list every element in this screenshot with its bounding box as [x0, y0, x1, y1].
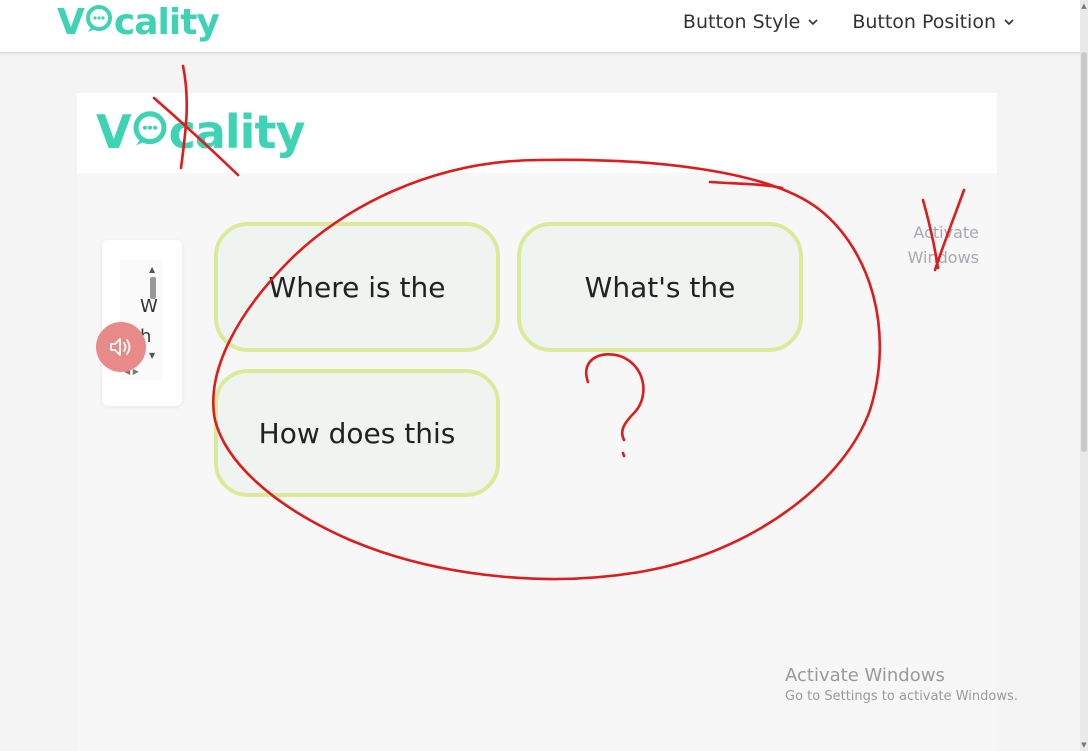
overlay-line: Windows [907, 248, 979, 267]
top-navbar: V cality Button Style Button Position [0, 0, 1088, 53]
scroll-up-arrow-icon[interactable]: ▲ [1080, 2, 1088, 10]
vocality-logo[interactable]: V cality [57, 2, 220, 43]
logo-text-start: V [57, 2, 85, 43]
logo-text-start: V [96, 105, 132, 159]
scroll-up-arrow-icon[interactable]: ▲ [149, 265, 155, 274]
button-style-dropdown[interactable]: Button Style [683, 11, 818, 33]
watermark-title: Activate Windows [785, 665, 945, 686]
activate-windows-overlay: Activate Windows [899, 220, 979, 270]
logo-text-end: cality [113, 2, 220, 43]
logo-text-end: cality [168, 105, 306, 159]
speaker-icon [110, 338, 131, 356]
nav-menu: Button Style Button Position [683, 11, 1014, 33]
button-position-label: Button Position [852, 11, 996, 33]
button-style-label: Button Style [682, 11, 801, 33]
chat-bubble-icon [84, 2, 114, 43]
speaker-button[interactable] [96, 322, 146, 372]
preview-panel: V cality W h ▲ ▼ ◀ ▶ Where is the What's… [77, 93, 997, 751]
question-button[interactable]: How does this [214, 369, 500, 497]
chat-bubble-icon [131, 105, 169, 159]
preview-logo: V cality [96, 105, 306, 159]
question-button[interactable]: What's the [517, 222, 803, 352]
chevron-down-icon [808, 19, 818, 26]
page-scrollbar[interactable]: ▲ ▼ [1080, 0, 1088, 751]
button-position-dropdown[interactable]: Button Position [852, 11, 1014, 33]
scrollbar-thumb[interactable] [1081, 52, 1087, 452]
activate-windows-watermark: Activate Windows Go to Settings to activ… [785, 665, 1018, 704]
scroll-down-arrow-icon[interactable]: ▼ [149, 351, 155, 360]
widget-scroll-thumb[interactable] [150, 277, 156, 299]
widget-scrollbar[interactable]: ▲ ▼ [149, 265, 157, 365]
overlay-line: Activate [913, 223, 979, 242]
preview-header: V cality [77, 93, 997, 173]
chevron-down-icon [1004, 19, 1014, 26]
watermark-subtitle: Go to Settings to activate Windows. [785, 689, 1018, 704]
scroll-down-arrow-icon[interactable]: ▼ [1080, 741, 1088, 749]
question-button[interactable]: Where is the [214, 222, 500, 352]
voice-widget: W h ▲ ▼ ◀ ▶ [96, 240, 182, 406]
